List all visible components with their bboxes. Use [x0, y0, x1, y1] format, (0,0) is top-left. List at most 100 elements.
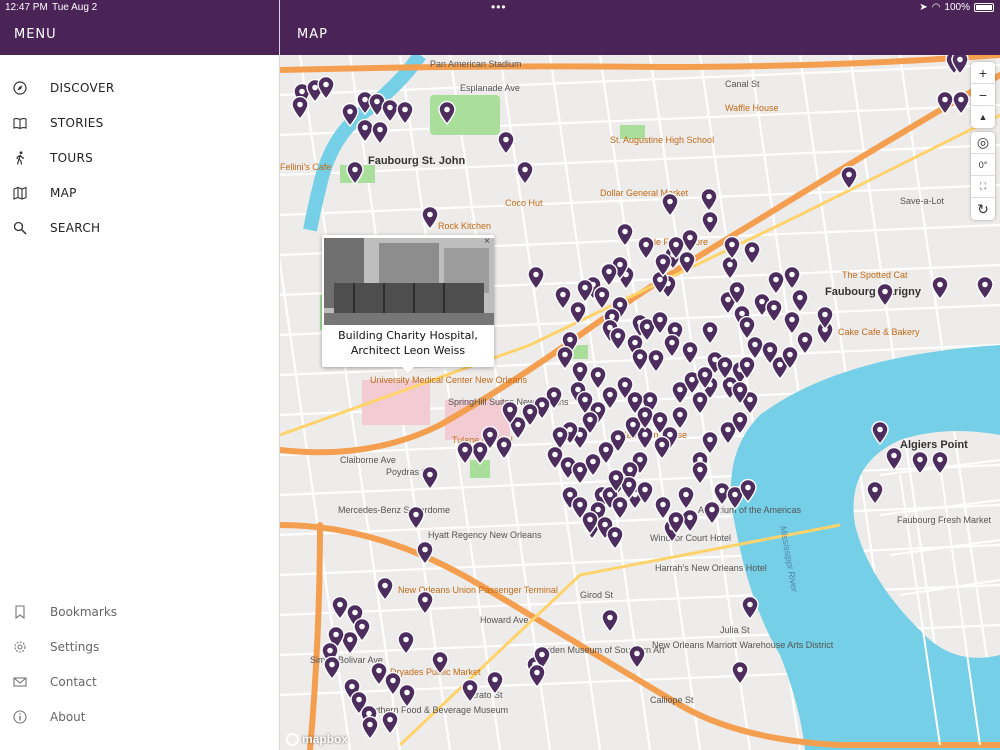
fullscreen-button[interactable]: ⛶ — [971, 176, 995, 198]
map-pin-icon[interactable] — [636, 481, 654, 505]
map-pin-icon[interactable] — [723, 236, 741, 260]
map-pin-icon[interactable] — [738, 356, 756, 380]
map-pin-icon[interactable] — [653, 436, 671, 460]
map-pin-icon[interactable] — [701, 431, 719, 455]
mapbox-logo[interactable]: mapbox — [286, 732, 348, 746]
nav-item-stories[interactable]: STORIES — [0, 108, 279, 138]
map-pin-icon[interactable] — [871, 421, 889, 445]
nav-item-map[interactable]: MAP — [0, 178, 279, 208]
popup-caption[interactable]: Building Charity Hospital, Architect Leo… — [328, 328, 488, 358]
map-pin-icon[interactable] — [416, 541, 434, 565]
map-pin-icon[interactable] — [731, 381, 749, 405]
map-pin-icon[interactable] — [601, 609, 619, 633]
map-pin-icon[interactable] — [731, 661, 749, 685]
nav-item-bookmarks[interactable]: Bookmarks — [0, 597, 279, 627]
map-pin-icon[interactable] — [317, 76, 335, 100]
map-pin-icon[interactable] — [407, 506, 425, 530]
map-pin-icon[interactable] — [438, 101, 456, 125]
map-pin-icon[interactable] — [796, 331, 814, 355]
map-pin-icon[interactable] — [361, 716, 379, 740]
map-pin-icon[interactable] — [421, 206, 439, 230]
map-pin-icon[interactable] — [885, 447, 903, 471]
map-pin-icon[interactable] — [576, 279, 594, 303]
map-pin-icon[interactable] — [600, 263, 618, 287]
nav-item-search[interactable]: SEARCH — [0, 213, 279, 243]
map-pin-icon[interactable] — [516, 161, 534, 185]
bearing-readout[interactable]: 0° — [971, 154, 995, 176]
map-pin-icon[interactable] — [416, 591, 434, 615]
map-pin-icon[interactable] — [654, 253, 672, 277]
map-pin-icon[interactable] — [741, 596, 759, 620]
map-pin-icon[interactable] — [593, 286, 611, 310]
map-pin-icon[interactable] — [840, 166, 858, 190]
nav-item-discover[interactable]: DISCOVER — [0, 73, 279, 103]
map-pin-icon[interactable] — [431, 651, 449, 675]
map-canvas[interactable]: Pan American Stadium Faubourg St. John Fel… — [280, 51, 1000, 750]
map-pin-icon[interactable] — [691, 461, 709, 485]
multitask-dots[interactable]: ••• — [491, 0, 507, 14]
map-pin-icon[interactable] — [701, 211, 719, 235]
map-pin-icon[interactable] — [976, 276, 994, 300]
map-pin-icon[interactable] — [381, 711, 399, 735]
map-pin-icon[interactable] — [569, 301, 587, 325]
map-pin-icon[interactable] — [497, 131, 515, 155]
zoom-in-button[interactable]: + — [971, 62, 995, 84]
map-pin-icon[interactable] — [677, 486, 695, 510]
map-pin-icon[interactable] — [323, 656, 341, 680]
map-pin-icon[interactable] — [376, 577, 394, 601]
map-pin-icon[interactable] — [607, 469, 625, 493]
map-pin-icon[interactable] — [654, 496, 672, 520]
map-pin-icon[interactable] — [397, 631, 415, 655]
map-pin-icon[interactable] — [346, 161, 364, 185]
map-pin-icon[interactable] — [421, 466, 439, 490]
map-pin-icon[interactable] — [616, 223, 634, 247]
map-pin-icon[interactable] — [681, 341, 699, 365]
map-pin-icon[interactable] — [739, 479, 757, 503]
map-pin-icon[interactable] — [866, 481, 884, 505]
map-pin-icon[interactable] — [783, 266, 801, 290]
map-pin-icon[interactable] — [528, 664, 546, 688]
map-pin-icon[interactable] — [636, 406, 654, 430]
map-pin-icon[interactable] — [609, 327, 627, 351]
map-pin-icon[interactable] — [716, 356, 734, 380]
popup-close-button[interactable]: × — [484, 236, 490, 247]
popup-photo[interactable] — [324, 238, 494, 325]
map-pin-icon[interactable] — [701, 321, 719, 345]
nav-item-contact[interactable]: Contact — [0, 667, 279, 697]
locate-button[interactable]: ◎ — [971, 132, 995, 154]
map-pin-icon[interactable] — [461, 679, 479, 703]
nav-item-settings[interactable]: Settings — [0, 632, 279, 662]
map-pin-icon[interactable] — [637, 236, 655, 260]
zoom-out-button[interactable]: − — [971, 84, 995, 106]
compass-icon — [13, 81, 27, 95]
nav-item-tours[interactable]: TOURS — [0, 143, 279, 173]
map-pin-icon[interactable] — [663, 334, 681, 358]
story-popup[interactable]: × Building Charity Hospital, Architect L… — [322, 235, 494, 373]
map-pin-icon[interactable] — [791, 289, 809, 313]
map-pin-icon[interactable] — [291, 96, 309, 120]
map-pin-icon[interactable] — [931, 451, 949, 475]
map-pin-icon[interactable] — [931, 276, 949, 300]
nav-item-about[interactable]: About — [0, 702, 279, 732]
map-pin-icon[interactable] — [606, 526, 624, 550]
map-pin-icon[interactable] — [765, 299, 783, 323]
map-pin-icon[interactable] — [743, 241, 761, 265]
map-pin-icon[interactable] — [911, 451, 929, 475]
map-pin-icon[interactable] — [527, 266, 545, 290]
map-pin-icon[interactable] — [700, 188, 718, 212]
map-pin-icon[interactable] — [371, 121, 389, 145]
map-pin-icon[interactable] — [661, 193, 679, 217]
map-pin-icon[interactable] — [816, 306, 834, 330]
map-pin-icon[interactable] — [370, 662, 388, 686]
map-pin-icon[interactable] — [728, 281, 746, 305]
map-pin-icon[interactable] — [876, 283, 894, 307]
map-pin-icon[interactable] — [628, 645, 646, 669]
reset-view-button[interactable]: ↻ — [971, 198, 995, 220]
map-pin-icon[interactable] — [456, 441, 474, 465]
map-pin-icon[interactable] — [396, 101, 414, 125]
compass-button[interactable]: ▲ — [971, 106, 995, 128]
map-pin-icon[interactable] — [495, 436, 513, 460]
map-pin-icon[interactable] — [486, 671, 504, 695]
map-pin-icon[interactable] — [501, 401, 519, 425]
map-pin-icon[interactable] — [952, 91, 970, 115]
